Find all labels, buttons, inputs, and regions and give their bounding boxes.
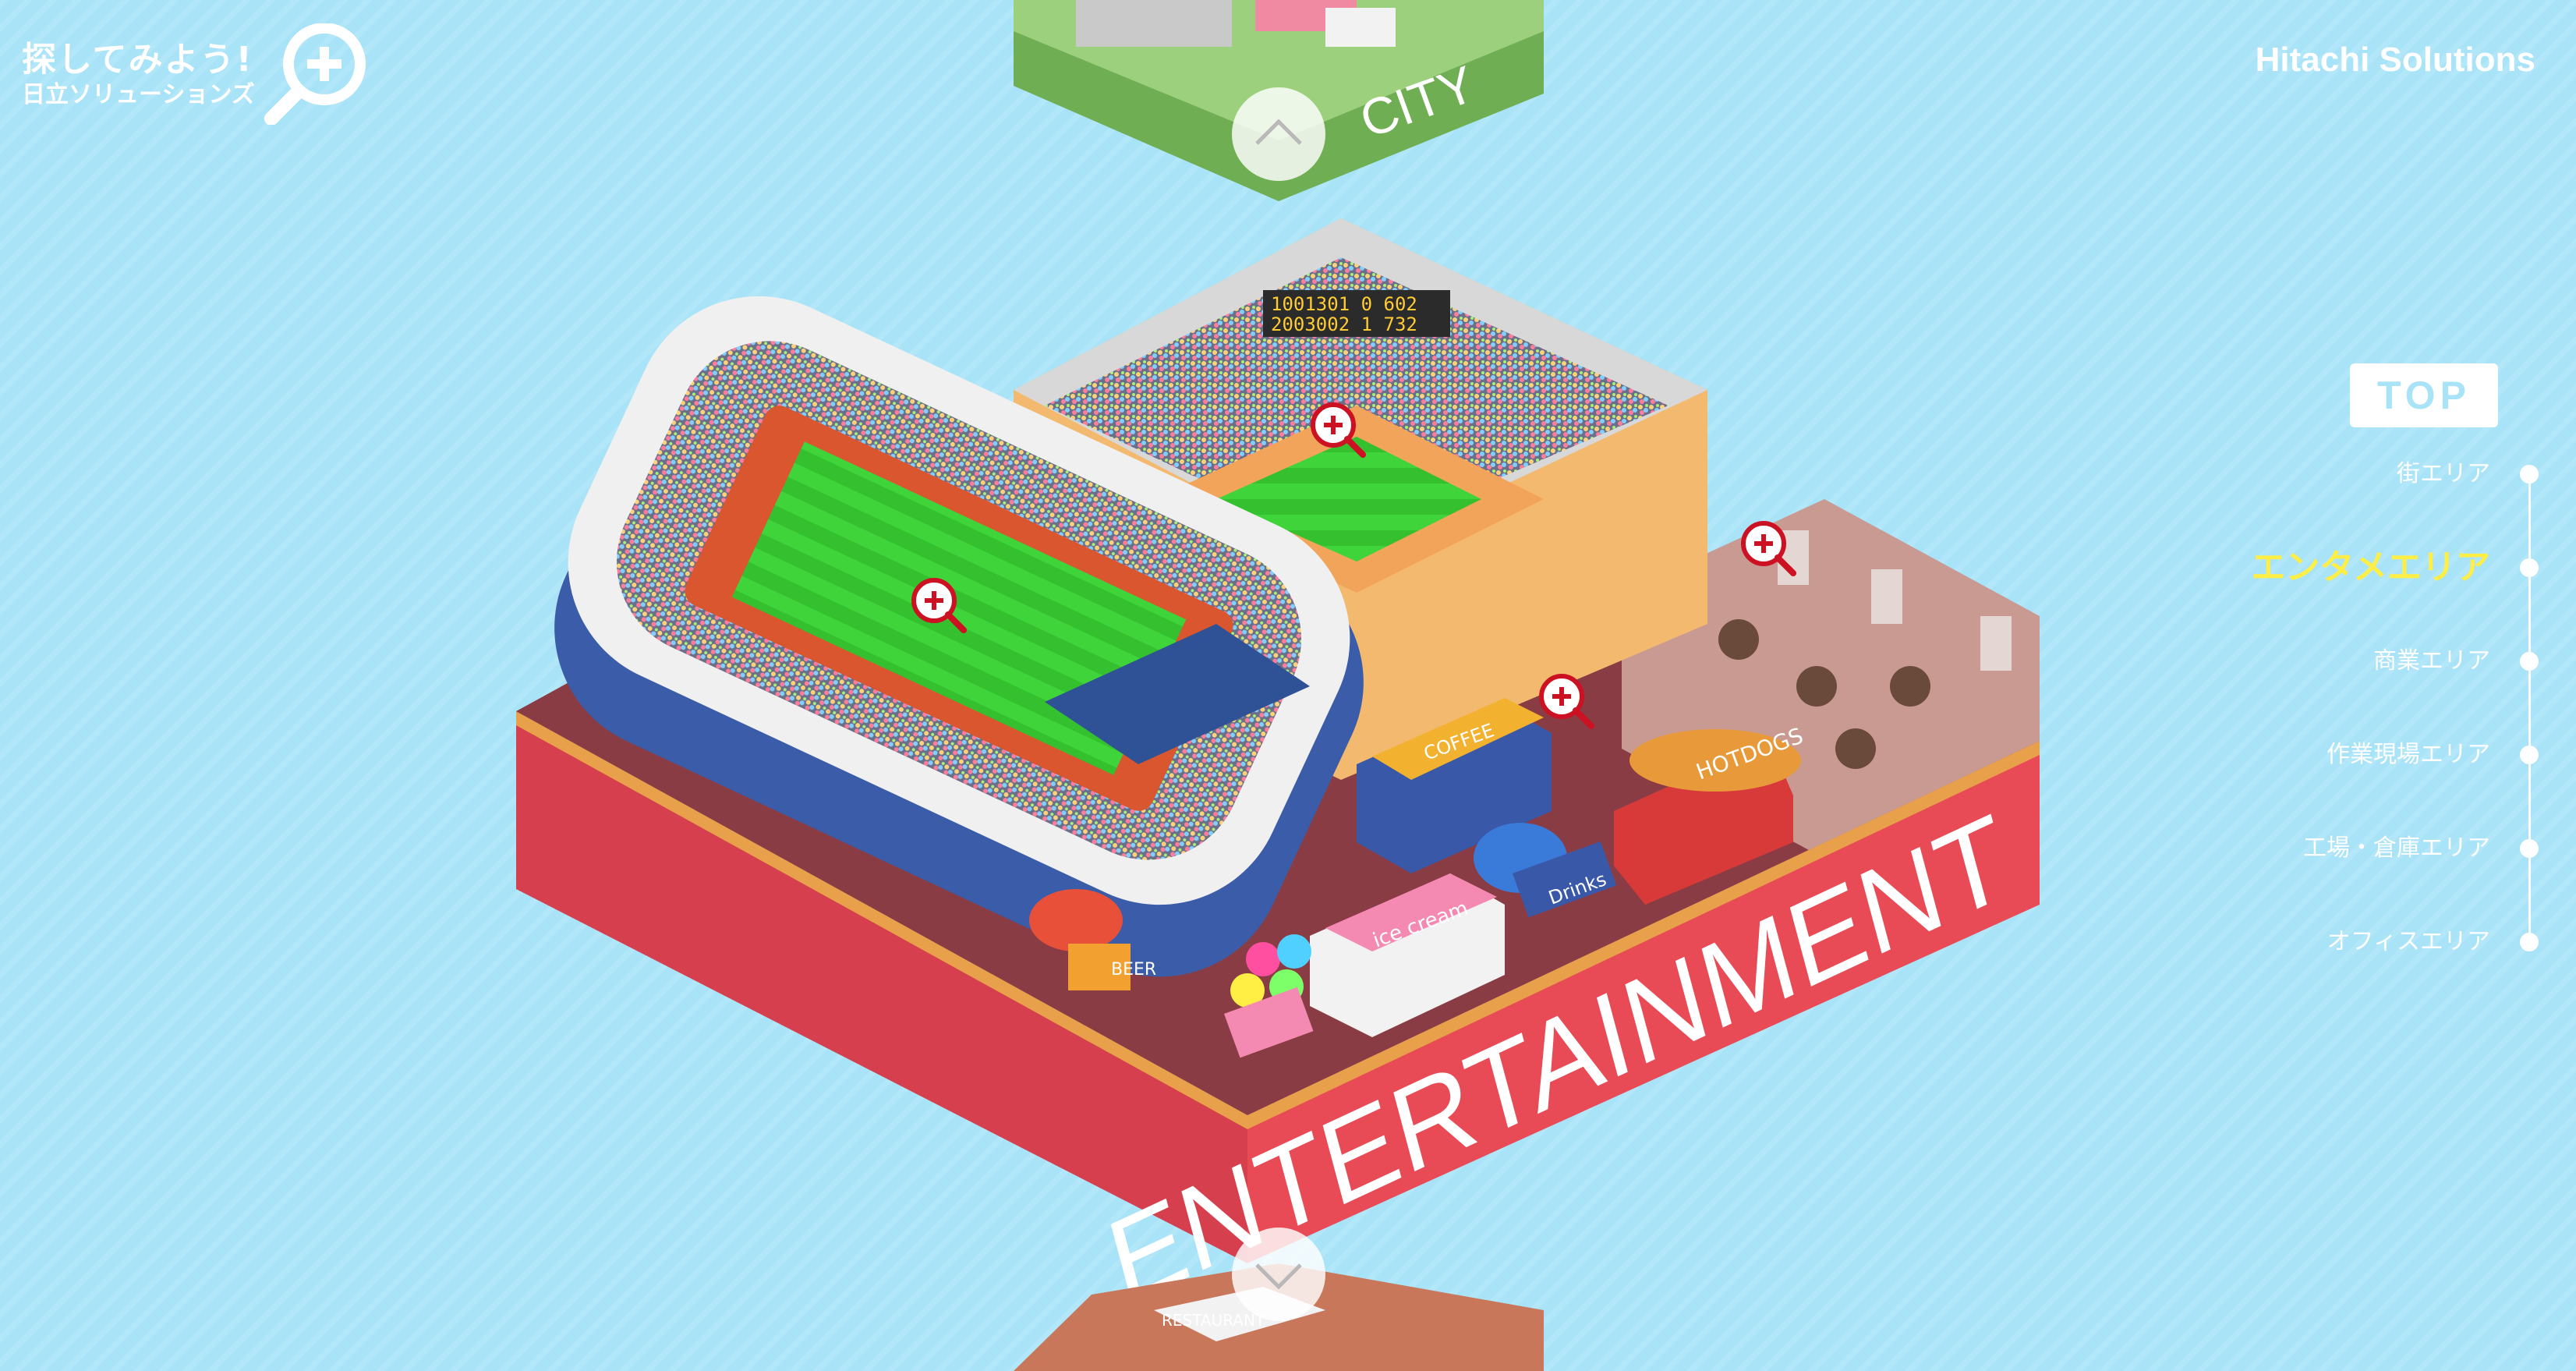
scroll-down-button[interactable] [1232,1228,1325,1321]
nav-item-label: 街エリア [2397,460,2490,487]
nav-dot [2520,558,2539,577]
svg-text:BEER: BEER [1111,960,1156,980]
nav-item-label: 工場・倉庫エリア [2303,834,2490,862]
nav-dot [2520,652,2539,671]
top-button[interactable]: TOP [2350,363,2498,427]
nav-item-label: 商業エリア [2373,647,2490,675]
chevron-down-icon [1255,1263,1302,1290]
nav-dot [2520,465,2539,484]
nav-dot [2520,933,2539,951]
scoreboard-row1: 1001301 0 602 [1271,293,1417,315]
nav-dot [2520,839,2539,858]
scroll-up-button[interactable] [1232,87,1325,181]
nav-item-label: オフィスエリア [2327,928,2490,955]
area-navigation: TOP 街エリア エンタメエリア 商業エリア 作業現場エリア 工場・倉庫エリア … [2186,359,2545,967]
nav-dot [2520,746,2539,764]
chevron-up-icon [1255,119,1302,145]
nav-item-label: エンタメエリア [2251,547,2490,587]
nav-track-line [2528,476,2531,944]
nav-item-label: 作業現場エリア [2327,741,2490,768]
scoreboard-row2: 2003002 1 732 [1271,314,1417,335]
